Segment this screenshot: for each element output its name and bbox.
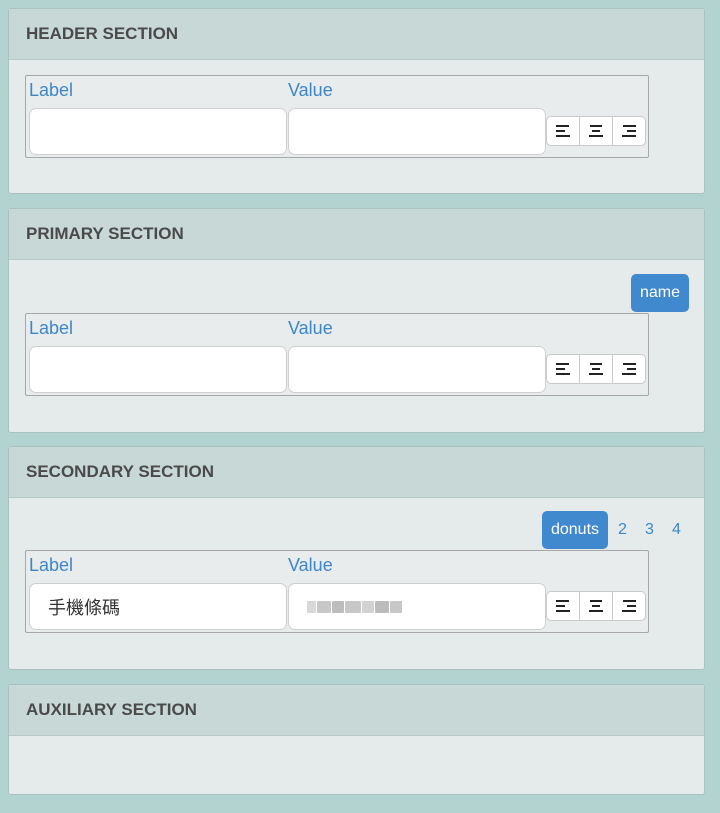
align-left-icon[interactable] [547, 355, 580, 383]
align-center-icon[interactable] [580, 117, 613, 145]
section-header: SECONDARY SECTION [9, 447, 704, 498]
name-tag-button[interactable]: name [631, 274, 689, 312]
primary-section: PRIMARY SECTION name Label Value [8, 208, 705, 433]
align-right-icon[interactable] [613, 592, 645, 620]
page-link-2[interactable]: 2 [618, 521, 627, 539]
label-input[interactable] [29, 346, 287, 393]
align-center-icon[interactable] [580, 592, 613, 620]
auxiliary-section: AUXILIARY SECTION [8, 684, 705, 795]
value-column-header: Value [288, 80, 333, 100]
value-input[interactable] [288, 108, 546, 155]
section-header: AUXILIARY SECTION [9, 685, 704, 736]
label-input[interactable]: 手機條碼 [29, 583, 287, 630]
section-title: PRIMARY SECTION [26, 224, 184, 243]
alignment-button-group [546, 116, 646, 146]
page-link-3[interactable]: 3 [645, 521, 654, 539]
label-input[interactable] [29, 108, 287, 155]
value-column-header: Value [288, 555, 333, 575]
value-column-header: Value [288, 318, 333, 338]
secondary-section: SECONDARY SECTION donuts 2 3 4 Label Val… [8, 446, 705, 670]
page-link-4[interactable]: 4 [672, 521, 681, 539]
alignment-button-group [546, 591, 646, 621]
header-section: HEADER SECTION Label Value [8, 8, 705, 194]
align-right-icon[interactable] [613, 117, 645, 145]
label-column-header: Label [29, 318, 74, 338]
field-row: Label Value 手機條碼 [25, 550, 649, 633]
align-center-icon[interactable] [580, 355, 613, 383]
section-header: HEADER SECTION [9, 9, 704, 60]
section-title: SECONDARY SECTION [26, 462, 214, 481]
section-header: PRIMARY SECTION [9, 209, 704, 260]
align-right-icon[interactable] [613, 355, 645, 383]
alignment-button-group [546, 354, 646, 384]
value-input[interactable] [288, 583, 546, 630]
section-title: HEADER SECTION [26, 24, 179, 43]
blurred-value [307, 600, 402, 613]
label-column-header: Label [29, 80, 74, 100]
value-input[interactable] [288, 346, 546, 393]
section-title: AUXILIARY SECTION [26, 700, 197, 719]
field-row: Label Value [25, 75, 649, 158]
align-left-icon[interactable] [547, 117, 580, 145]
donuts-tag-button[interactable]: donuts [542, 511, 608, 549]
align-left-icon[interactable] [547, 592, 580, 620]
label-column-header: Label [29, 555, 74, 575]
field-row: Label Value [25, 313, 649, 396]
